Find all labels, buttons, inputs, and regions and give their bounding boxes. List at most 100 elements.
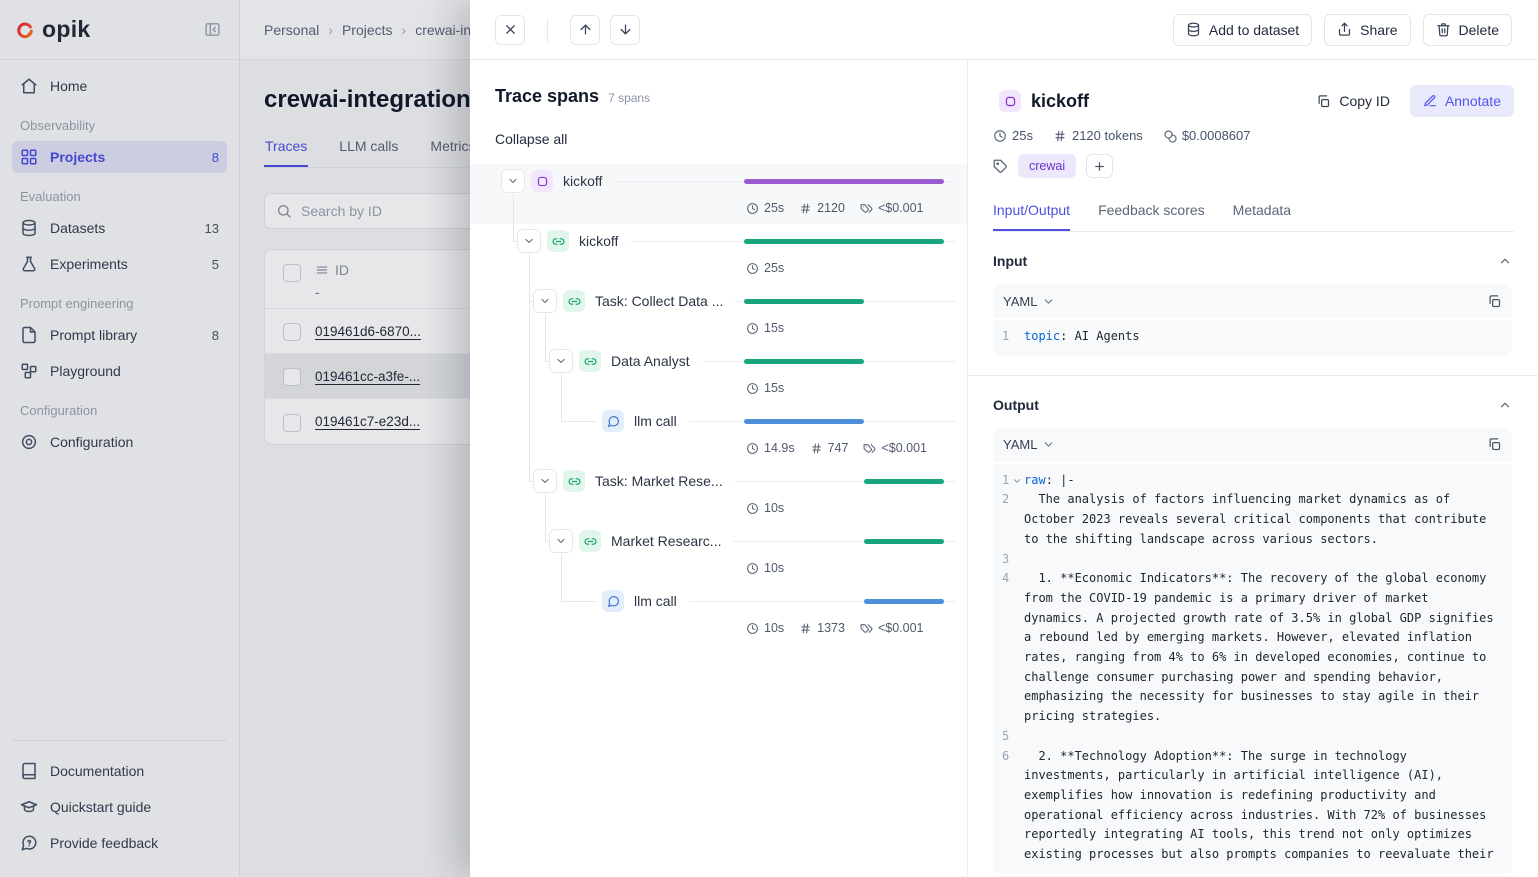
span-tokens: 747 bbox=[810, 441, 849, 455]
line-number: 3 bbox=[993, 550, 1009, 570]
trace-icon bbox=[531, 170, 553, 192]
clock-icon bbox=[746, 262, 759, 275]
line-number: 1 bbox=[993, 471, 1009, 491]
share-icon bbox=[1337, 22, 1352, 37]
span-row-kickoff[interactable]: kickoff25s2120<$0.001 bbox=[470, 164, 968, 224]
collapse-section-chevron-up-icon[interactable] bbox=[1498, 398, 1512, 412]
code-line: 5 bbox=[993, 727, 1512, 747]
fold-gutter bbox=[1009, 747, 1024, 865]
modal-dim-overlay bbox=[0, 0, 470, 877]
tag-crewai[interactable]: crewai bbox=[1018, 154, 1076, 178]
code-line: 3 bbox=[993, 550, 1512, 570]
detail-tab-feedback-scores[interactable]: Feedback scores bbox=[1098, 202, 1205, 231]
duration-bar bbox=[744, 299, 864, 304]
output-code-block: YAML 1raw: |-2 The analysis of factors i… bbox=[993, 428, 1512, 874]
detail-tabs: Input/Output Feedback scores Metadata bbox=[993, 202, 1514, 232]
line-number: 5 bbox=[993, 727, 1009, 747]
span-duration: 25s bbox=[746, 201, 784, 215]
fold-gutter bbox=[1009, 327, 1024, 347]
next-trace-arrow-down-icon[interactable] bbox=[610, 15, 640, 45]
span-row-kickoff[interactable]: kickoff 25s bbox=[470, 224, 968, 284]
line-number: 4 bbox=[993, 569, 1009, 727]
share-button[interactable]: Share bbox=[1324, 14, 1410, 46]
span-cost: <$0.001 bbox=[863, 441, 927, 455]
previous-trace-arrow-up-icon[interactable] bbox=[570, 15, 600, 45]
span-duration: 25s bbox=[746, 261, 784, 275]
trace-cost: $0.0008607 bbox=[1163, 128, 1251, 143]
duration-bar bbox=[864, 539, 944, 544]
clock-icon bbox=[993, 129, 1007, 143]
clock-icon bbox=[746, 502, 759, 515]
collapse-all-button[interactable]: Collapse all bbox=[495, 131, 567, 147]
chevron-down-icon bbox=[1042, 438, 1055, 451]
price-tags-icon bbox=[863, 442, 876, 455]
span-title: kickoff bbox=[1031, 91, 1089, 112]
bubble-icon bbox=[602, 410, 624, 432]
code-line: 2 The analysis of factors influencing ma… bbox=[993, 490, 1512, 549]
span-name: Task: Market Rese... bbox=[595, 473, 723, 489]
add-tag-button[interactable] bbox=[1086, 154, 1113, 178]
link-icon bbox=[563, 470, 585, 492]
copy-code-icon[interactable] bbox=[1487, 294, 1502, 309]
header-divider bbox=[547, 18, 548, 42]
span-row-llm-call[interactable]: llm call 14.9s 747 <$0.001 bbox=[470, 404, 968, 464]
span-duration: 15s bbox=[746, 321, 784, 335]
trace-spans-title: Trace spans bbox=[495, 86, 599, 106]
expand-chevron-icon[interactable] bbox=[533, 289, 557, 313]
hash-icon bbox=[799, 202, 812, 215]
expand-chevron-icon[interactable] bbox=[549, 529, 573, 553]
add-to-dataset-button[interactable]: Add to dataset bbox=[1173, 14, 1312, 46]
line-number: 1 bbox=[993, 327, 1009, 347]
expand-chevron-icon[interactable] bbox=[517, 229, 541, 253]
span-duration: 10s bbox=[746, 561, 784, 575]
span-row-llm-call[interactable]: llm call10s1373<$0.001 bbox=[470, 584, 968, 644]
trace-icon bbox=[999, 90, 1021, 112]
span-tree: kickoff 25s 2120 <$0.001 kickoff 25s Task: Col… bbox=[470, 164, 967, 650]
hash-icon bbox=[1053, 129, 1067, 143]
duration-bar bbox=[744, 359, 864, 364]
bubble-icon bbox=[602, 590, 624, 612]
dataset-icon bbox=[1186, 22, 1201, 37]
detail-tab-metadata[interactable]: Metadata bbox=[1233, 202, 1291, 231]
link-icon bbox=[547, 230, 569, 252]
collapse-section-chevron-up-icon[interactable] bbox=[1498, 254, 1512, 268]
annotate-button[interactable]: Annotate bbox=[1410, 85, 1514, 117]
span-name: llm call bbox=[634, 593, 677, 609]
fold-chevron-icon[interactable] bbox=[1009, 471, 1024, 491]
tag-icon bbox=[993, 159, 1008, 174]
clock-icon bbox=[746, 202, 759, 215]
clock-icon bbox=[746, 622, 759, 635]
span-cost: <$0.001 bbox=[860, 621, 924, 635]
span-name: Task: Collect Data ... bbox=[595, 293, 723, 309]
copy-code-icon[interactable] bbox=[1487, 437, 1502, 452]
format-select[interactable]: YAML bbox=[1003, 437, 1055, 452]
fold-gutter bbox=[1009, 550, 1024, 570]
expand-chevron-icon[interactable] bbox=[501, 169, 525, 193]
close-icon[interactable] bbox=[495, 15, 525, 45]
span-name: Data Analyst bbox=[611, 353, 690, 369]
clock-icon bbox=[746, 382, 759, 395]
price-tags-icon bbox=[860, 202, 873, 215]
chevron-down-icon bbox=[1042, 295, 1055, 308]
trace-tokens: 2120 tokens bbox=[1053, 128, 1143, 143]
fold-gutter bbox=[1009, 490, 1024, 549]
trash-icon bbox=[1436, 22, 1451, 37]
coins-icon bbox=[1163, 129, 1177, 143]
code-line: 1raw: |- bbox=[993, 471, 1512, 491]
span-duration: 10s bbox=[746, 621, 784, 635]
expand-chevron-icon[interactable] bbox=[549, 349, 573, 373]
input-section-label: Input bbox=[993, 253, 1027, 269]
span-tokens: 2120 bbox=[799, 201, 845, 215]
expand-chevron-icon[interactable] bbox=[533, 469, 557, 493]
span-name: kickoff bbox=[579, 233, 618, 249]
copy-id-button[interactable]: Copy ID bbox=[1316, 93, 1390, 109]
span-name: llm call bbox=[634, 413, 677, 429]
link-icon bbox=[579, 530, 601, 552]
clock-icon bbox=[746, 322, 759, 335]
trace-drawer: Add to dataset Share Delete Trace spans 7… bbox=[470, 0, 1538, 877]
delete-button[interactable]: Delete bbox=[1423, 14, 1512, 46]
format-select[interactable]: YAML bbox=[1003, 294, 1055, 309]
detail-tab-input-output[interactable]: Input/Output bbox=[993, 202, 1070, 231]
duration-bar bbox=[744, 179, 944, 184]
span-duration: 14.9s bbox=[746, 441, 795, 455]
